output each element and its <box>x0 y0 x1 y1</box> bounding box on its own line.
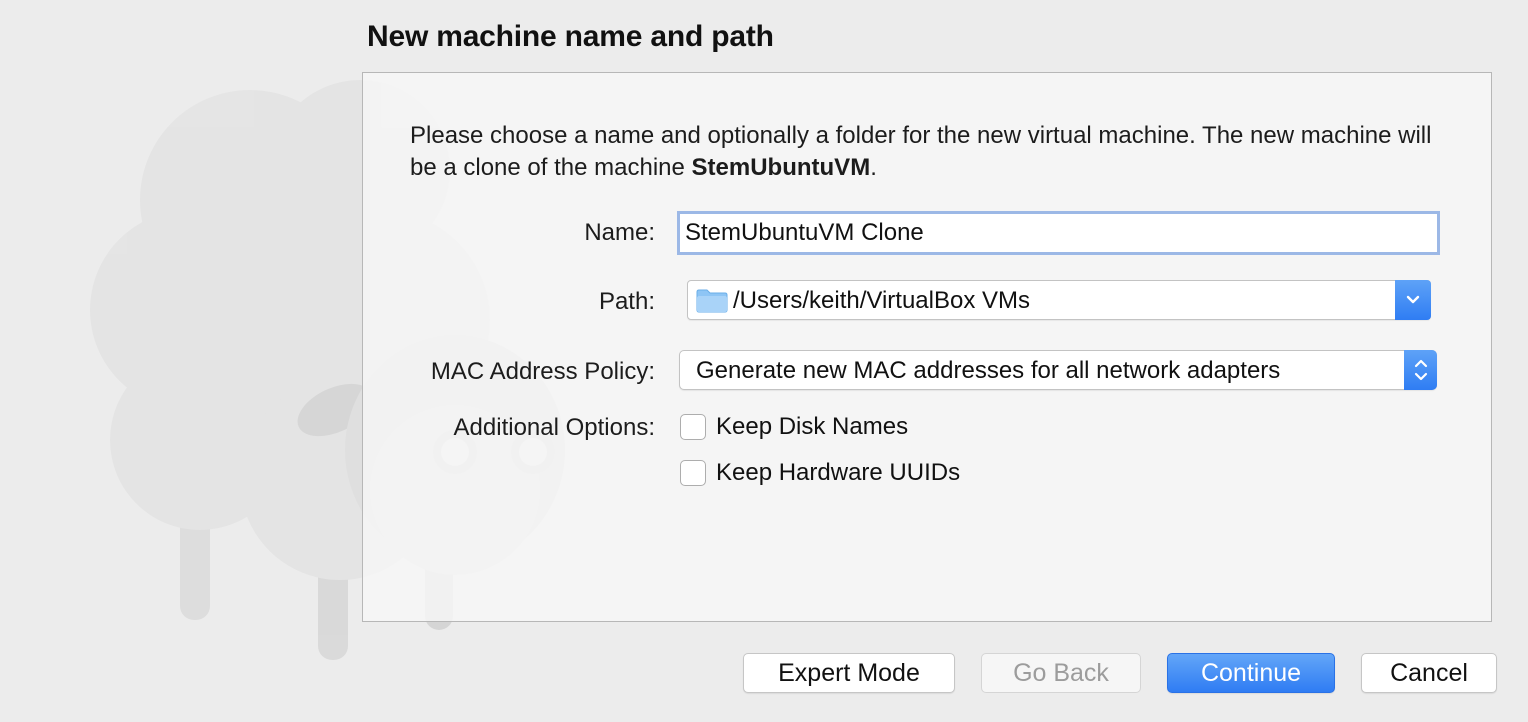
mac-policy-value: Generate new MAC addresses for all netwo… <box>696 357 1281 384</box>
keep-hardware-uuids-label[interactable]: Keep Hardware UUIDs <box>716 459 960 487</box>
path-dropdown-button[interactable] <box>1395 280 1431 320</box>
expert-mode-button[interactable]: Expert Mode <box>743 653 955 693</box>
name-input[interactable] <box>677 211 1440 255</box>
folder-icon <box>696 289 728 313</box>
go-back-button[interactable]: Go Back <box>981 653 1141 693</box>
additional-options-label: Additional Options: <box>453 414 655 441</box>
keep-disk-names-option[interactable]: Keep Disk Names <box>680 411 908 443</box>
up-down-chevron-icon <box>1414 359 1427 381</box>
cancel-button[interactable]: Cancel <box>1361 653 1497 693</box>
continue-button[interactable]: Continue <box>1167 653 1335 693</box>
path-value: /Users/keith/VirtualBox VMs <box>733 287 1030 314</box>
mac-policy-label: MAC Address Policy: <box>430 358 655 385</box>
source-machine-name: StemUbuntuVM <box>691 154 871 181</box>
path-label: Path: <box>598 288 655 315</box>
mac-policy-select[interactable]: Generate new MAC addresses for all netwo… <box>679 350 1437 390</box>
keep-disk-names-checkbox[interactable] <box>680 414 706 440</box>
name-label: Name: <box>584 219 655 246</box>
path-selector[interactable]: /Users/keith/VirtualBox VMs <box>687 280 1431 320</box>
description-text: Please choose a name and optionally a fo… <box>410 122 1432 181</box>
keep-hardware-uuids-option[interactable]: Keep Hardware UUIDs <box>680 457 960 489</box>
description-suffix: . <box>870 154 877 181</box>
keep-disk-names-label[interactable]: Keep Disk Names <box>716 413 908 441</box>
mac-policy-popup-button[interactable] <box>1404 350 1437 390</box>
page-title: New machine name and path <box>367 20 774 53</box>
wizard-description: Please choose a name and optionally a fo… <box>410 120 1450 184</box>
keep-hardware-uuids-checkbox[interactable] <box>680 460 706 486</box>
chevron-down-icon <box>1406 295 1420 304</box>
